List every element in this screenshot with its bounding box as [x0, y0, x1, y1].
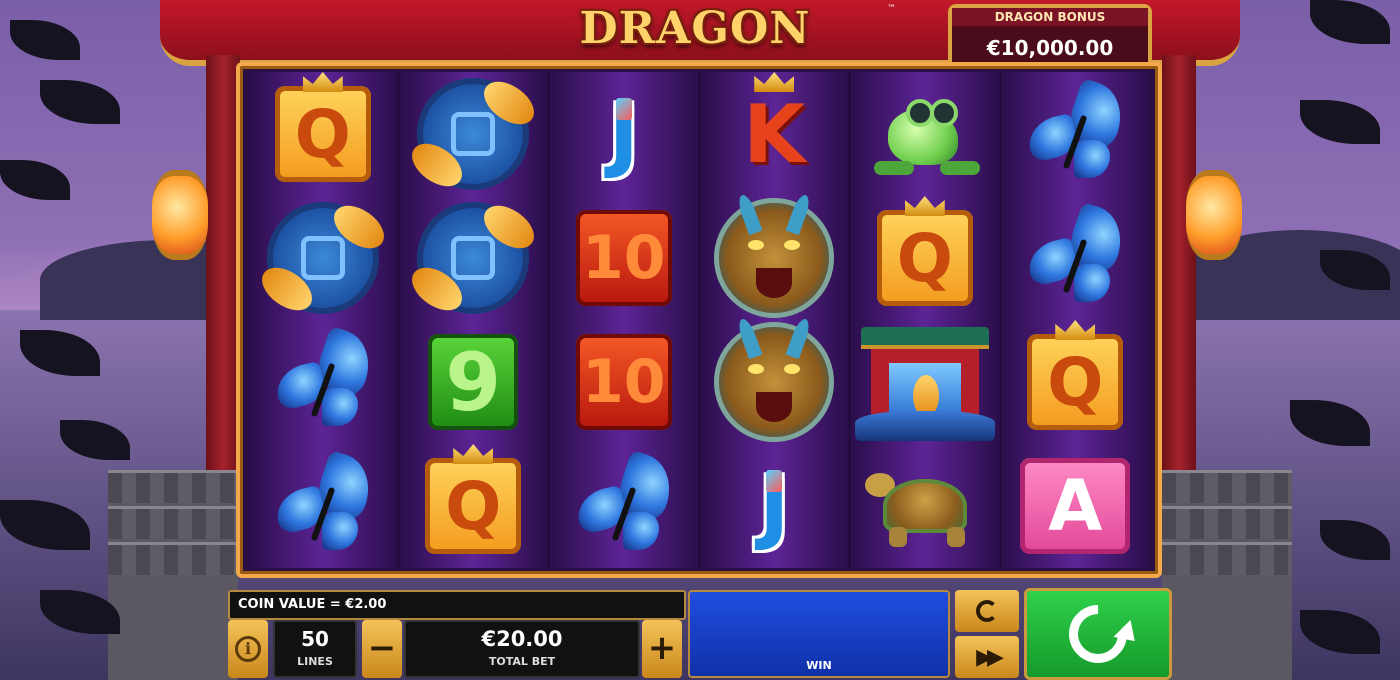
reel-cell — [850, 444, 1000, 568]
temple-gate-icon — [854, 323, 995, 441]
symbol-text: Q — [294, 95, 351, 173]
dragon-bonus-label: DRAGON BONUS — [952, 8, 1148, 26]
trademark: ™ — [887, 4, 896, 14]
turtle-icon — [864, 461, 985, 551]
symbol-9: 9 — [428, 334, 519, 430]
reel-cell: Q — [399, 444, 549, 568]
symbol-text: K — [743, 87, 806, 181]
turbo-button[interactable]: ▶▶ — [955, 636, 1019, 678]
reel-cell — [850, 320, 1000, 444]
left-foliage — [0, 0, 230, 680]
reel-cell — [1001, 72, 1151, 196]
crown-icon — [754, 72, 795, 92]
reel-cell — [248, 320, 398, 444]
symbol-q: Q — [1027, 320, 1124, 430]
game-logo: DRAGON BOND ™ — [495, 0, 897, 112]
lines-label: LINES — [297, 655, 333, 668]
crown-icon — [453, 444, 494, 464]
spin-icon — [1056, 592, 1140, 676]
symbol-10: 10 — [575, 210, 672, 306]
reel-cell — [549, 444, 699, 568]
crown-icon — [904, 196, 945, 216]
lines-value: 50 — [301, 627, 329, 651]
total-bet-display: €20.00 TOTAL BET — [404, 620, 640, 678]
reel-1: Q — [248, 72, 399, 568]
lines-display: 50 LINES — [273, 620, 357, 678]
increase-bet-button[interactable]: + — [642, 620, 682, 678]
win-label: WIN — [806, 659, 832, 672]
reel-cell: A — [1001, 444, 1151, 568]
symbol-text: 9 — [445, 335, 502, 429]
win-panel: WIN — [688, 590, 950, 678]
autoplay-button[interactable] — [955, 590, 1019, 632]
symbol-text: Q — [1047, 343, 1104, 421]
reel-6: QA — [1000, 72, 1151, 568]
reels: Q 9 Q J 10 10 K J Q Q A — [248, 72, 1150, 568]
reel-cell — [700, 316, 850, 444]
reel-5: Q — [850, 72, 1001, 568]
dragon-icon — [714, 316, 835, 442]
reel-cell: 9 — [399, 320, 549, 444]
reel-cell: K — [700, 72, 850, 196]
dragon-bonus-value: €10,000.00 — [986, 36, 1114, 60]
crown-icon — [1055, 320, 1096, 340]
decrease-bet-button[interactable]: − — [362, 620, 402, 678]
right-foliage — [1170, 0, 1400, 680]
frog-icon — [870, 89, 980, 179]
symbol-k: K — [726, 72, 822, 182]
koi-fish-icon — [404, 73, 542, 195]
spin-button[interactable] — [1024, 588, 1172, 680]
symbol-a: A — [1020, 458, 1131, 554]
reel-cell: Q — [1001, 320, 1151, 444]
symbol-text: Q — [896, 219, 953, 297]
reel-cell: 10 — [549, 196, 699, 320]
symbol-q: Q — [425, 444, 522, 554]
reel-4: KJ — [699, 72, 850, 568]
butterfly-icon — [569, 449, 680, 556]
butterfly-icon — [268, 449, 379, 556]
reel-cell — [248, 444, 398, 568]
reel-2: 9Q — [398, 72, 549, 568]
reel-cell: Q — [248, 72, 398, 196]
symbol-j: J — [576, 86, 672, 182]
symbol-text: A — [1048, 465, 1103, 547]
reel-cell: J — [549, 72, 699, 196]
symbol-text: 10 — [582, 347, 666, 417]
reel-cell: Q — [850, 196, 1000, 320]
info-button[interactable]: i — [228, 620, 268, 678]
total-bet-label: TOTAL BET — [488, 655, 556, 668]
symbol-text: Q — [445, 467, 502, 545]
reel-cell — [700, 192, 850, 320]
coin-value-bar: COIN VALUE = €2.00 — [228, 590, 686, 620]
total-bet-value: €20.00 — [481, 627, 563, 651]
symbol-j: J — [726, 458, 822, 554]
reel-cell — [1001, 196, 1151, 320]
koi-fish-icon — [254, 197, 392, 319]
symbol-10: 10 — [575, 334, 672, 430]
reel-3: J 10 10 — [549, 72, 700, 568]
reel-cell — [248, 196, 398, 320]
symbol-text: 10 — [582, 223, 666, 293]
reel-cell — [399, 72, 549, 196]
butterfly-icon — [268, 325, 379, 432]
butterfly-icon — [1020, 77, 1131, 184]
reel-cell: 10 — [549, 320, 699, 444]
fast-forward-icon: ▶▶ — [976, 644, 1004, 670]
autoplay-icon — [976, 600, 998, 622]
crown-icon — [302, 72, 343, 92]
coin-value-text: COIN VALUE = €2.00 — [238, 597, 387, 612]
info-icon: i — [235, 636, 261, 662]
gem-icon — [766, 470, 783, 492]
reel-cell: J — [700, 444, 850, 568]
butterfly-icon — [1020, 201, 1131, 308]
dragon-icon — [714, 192, 835, 318]
reel-frame: Q 9 Q J 10 10 K J Q Q A — [236, 62, 1162, 578]
gem-icon — [615, 98, 632, 120]
symbol-q: Q — [274, 72, 371, 182]
reel-cell — [850, 72, 1000, 196]
symbol-q: Q — [876, 196, 973, 306]
reel-cell — [399, 196, 549, 320]
koi-fish-icon — [404, 197, 542, 319]
